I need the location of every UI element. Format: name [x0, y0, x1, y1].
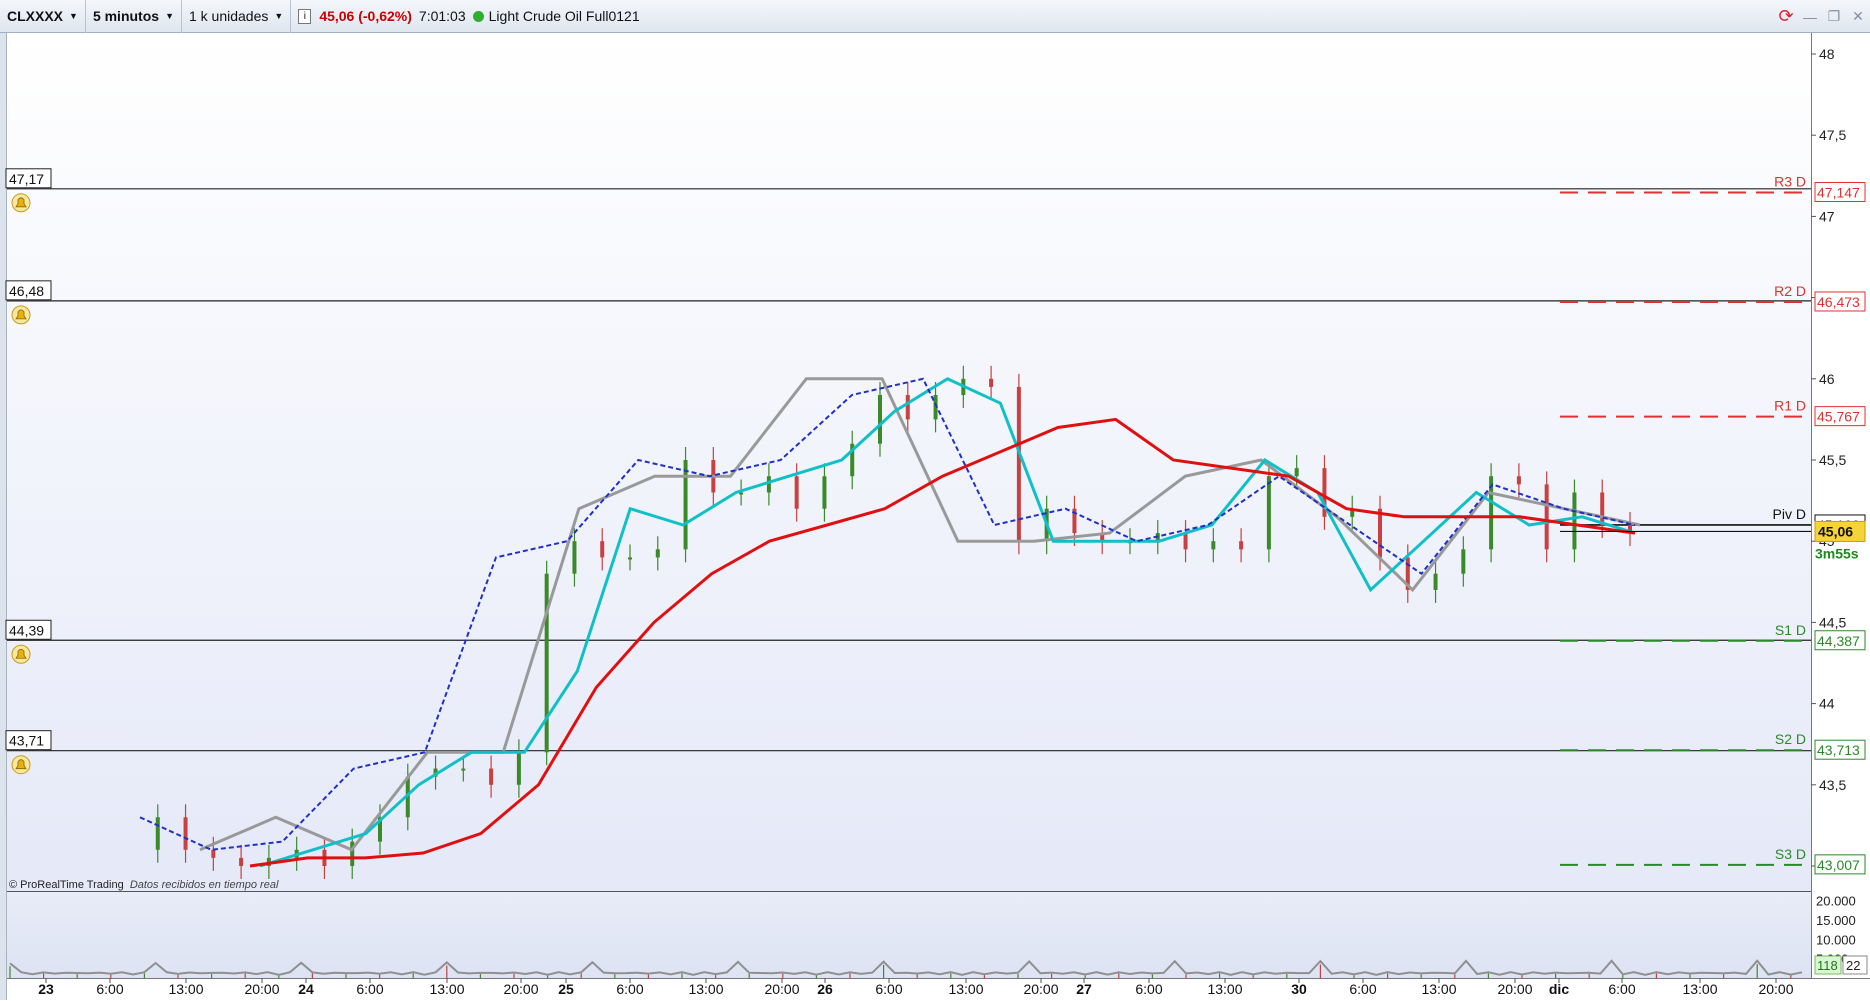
- copyright-note: © ProRealTime Trading Datos recibidos en…: [9, 879, 278, 891]
- copyright-text: © ProRealTime Trading: [9, 879, 124, 891]
- chevron-down-icon: ▼: [274, 11, 284, 21]
- window-controls: ⟳ — ❐ ✕: [1778, 0, 1866, 33]
- quote-time: 7:01:03: [418, 8, 466, 24]
- timeframe-label: 5 minutos: [92, 8, 160, 24]
- timeframe-selector[interactable]: 5 minutos ▼: [86, 0, 182, 33]
- chevron-down-icon: ▼: [165, 11, 174, 21]
- realtime-note: Datos recibidos en tiempo real: [129, 879, 279, 891]
- chart-toolbar: CLXXXX ▼ 5 minutos ▼ 1 k unidades ▼ i 45…: [0, 0, 1870, 33]
- close-icon[interactable]: ✕: [1850, 8, 1866, 25]
- restore-icon[interactable]: ❐: [1826, 8, 1842, 25]
- info-icon[interactable]: i: [298, 8, 312, 24]
- units-label: 1 k unidades: [188, 8, 269, 24]
- volume-panel[interactable]: [7, 891, 1811, 979]
- price-chart-area[interactable]: [7, 33, 1811, 891]
- minimize-icon[interactable]: —: [1802, 9, 1818, 25]
- quote-bar: i 45,06 (-0,62%) 7:01:03 Light Crude Oil…: [291, 0, 646, 33]
- symbol-selector[interactable]: CLXXXX ▼: [0, 0, 86, 33]
- instrument-name: Light Crude Oil Full0121: [488, 8, 640, 24]
- live-status-icon: [472, 10, 484, 22]
- chevron-down-icon: ▼: [69, 11, 78, 21]
- time-axis[interactable]: [7, 978, 1870, 1001]
- symbol-label: CLXXXX: [7, 8, 64, 24]
- units-selector[interactable]: 1 k unidades ▼: [182, 0, 292, 33]
- left-panel-border: [0, 33, 7, 1000]
- refresh-icon[interactable]: ⟳: [1778, 6, 1794, 26]
- price-axis[interactable]: [1811, 33, 1870, 978]
- quote-change: 45,06 (-0,62%): [319, 8, 412, 24]
